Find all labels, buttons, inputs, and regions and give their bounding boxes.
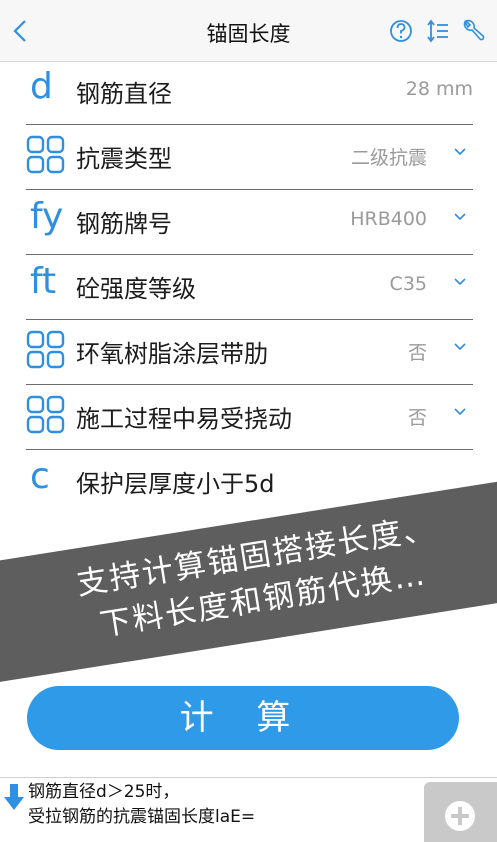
- nav-bar: 锚固长度: [0, 0, 497, 62]
- row-label: 钢筋牌号: [76, 210, 172, 238]
- row-label: 砼强度等级: [76, 275, 196, 303]
- row-bar-grade[interactable]: fy 钢筋牌号 HRB400: [0, 190, 497, 255]
- arrow-down-icon[interactable]: [2, 782, 26, 812]
- chevron-down-icon[interactable]: [453, 277, 467, 287]
- chevron-down-icon[interactable]: [453, 342, 467, 352]
- ft-symbol-icon: ft: [30, 261, 57, 302]
- result-line-2: 受拉钢筋的抗震锚固长度laE=: [28, 807, 256, 827]
- row-label: 环氧树脂涂层带肋: [76, 340, 268, 368]
- sort-list-icon[interactable]: [426, 18, 450, 44]
- row-epoxy-coating[interactable]: 环氧树脂涂层带肋 否: [0, 320, 497, 385]
- epoxy-value[interactable]: 否: [408, 338, 427, 365]
- row-label: 钢筋直径: [76, 80, 172, 108]
- row-bar-diameter[interactable]: d 钢筋直径 28 mm: [0, 60, 497, 125]
- concrete-value[interactable]: C35: [390, 273, 427, 295]
- row-label: 施工过程中易受挠动: [76, 405, 292, 433]
- grid-icon: [26, 330, 65, 369]
- grid-icon: [26, 395, 65, 434]
- grade-value[interactable]: HRB400: [350, 208, 427, 230]
- plus-circle-icon: [445, 801, 475, 831]
- calculate-button[interactable]: 计 算: [27, 686, 459, 750]
- row-label: 抗震类型: [76, 145, 172, 173]
- row-label: 保护层厚度小于5d: [76, 470, 275, 498]
- disturbance-value[interactable]: 否: [408, 403, 427, 430]
- seismic-value[interactable]: 二级抗震: [351, 143, 427, 170]
- grid-icon: [26, 135, 65, 174]
- diameter-value[interactable]: 28 mm: [406, 78, 473, 100]
- result-text: 钢筋直径d＞25时， 受拉钢筋的抗震锚固长度laE=: [28, 780, 255, 830]
- page-title: 锚固长度: [206, 22, 291, 46]
- chevron-down-icon[interactable]: [453, 407, 467, 417]
- add-button[interactable]: [424, 782, 497, 842]
- chevron-down-icon[interactable]: [453, 147, 467, 157]
- result-line-1: 钢筋直径d＞25时，: [28, 782, 180, 802]
- row-disturbance[interactable]: 施工过程中易受挠动 否: [0, 385, 497, 450]
- row-seismic-type[interactable]: 抗震类型 二级抗震: [0, 125, 497, 190]
- chevron-down-icon[interactable]: [453, 212, 467, 222]
- fy-symbol-icon: fy: [30, 196, 64, 237]
- wrench-icon[interactable]: [461, 18, 485, 44]
- diameter-symbol-icon: d: [30, 66, 53, 107]
- question-circle-icon[interactable]: [389, 18, 413, 44]
- c-symbol-icon: c: [30, 456, 50, 497]
- result-panel: 钢筋直径d＞25时， 受拉钢筋的抗震锚固长度laE=: [0, 778, 497, 842]
- row-concrete-grade[interactable]: ft 砼强度等级 C35: [0, 255, 497, 320]
